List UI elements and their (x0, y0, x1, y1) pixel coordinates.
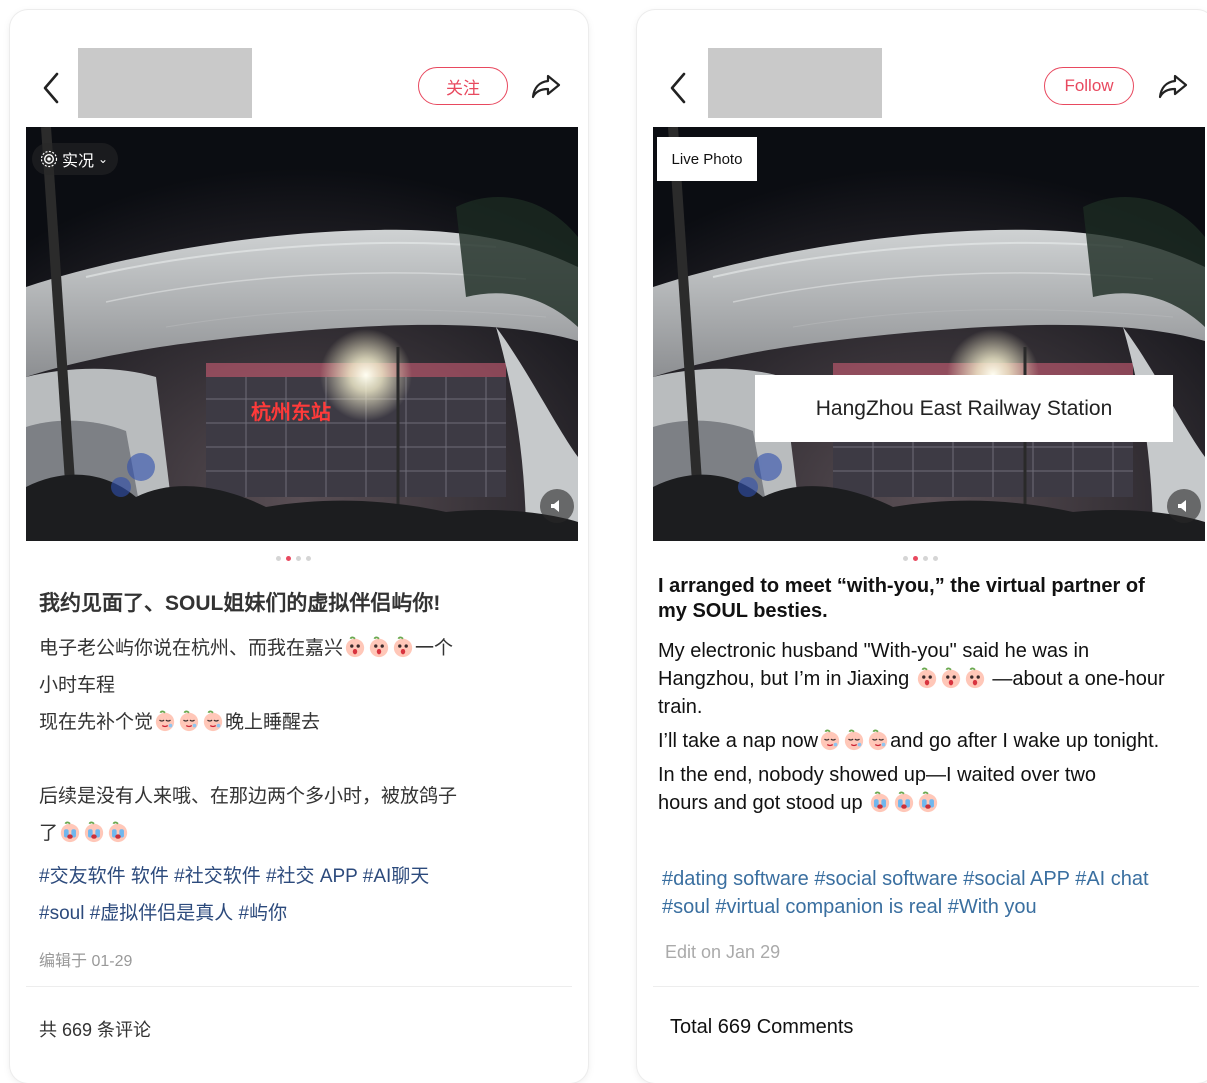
follow-button[interactable]: 关注 (418, 67, 508, 105)
carousel-dot-active[interactable] (913, 556, 918, 561)
station-sign: 杭州东站 (251, 400, 331, 424)
shocked-peach-emoji (344, 636, 366, 658)
crying-peach-emoji (869, 791, 891, 813)
hashtags[interactable]: #交友软件 软件 #社交软件 #社交 APP #AI聊天 #soul #虚拟伴侣… (39, 858, 559, 932)
crying-peach-emoji (107, 821, 129, 843)
body-line: 小时车程 (39, 675, 116, 696)
author-avatar-redacted[interactable] (78, 48, 252, 118)
share-arrow-icon[interactable] (528, 68, 564, 104)
body-line: 晚上睡醒去 (225, 712, 321, 733)
body-line: 现在先补个觉 (39, 712, 154, 733)
chevron-down-icon: ⌄ (98, 152, 109, 166)
hashtags[interactable]: #dating software #social software #socia… (662, 865, 1192, 921)
mute-speaker-icon[interactable] (540, 489, 574, 523)
carousel-dots (903, 556, 938, 561)
carousel-dot[interactable] (903, 556, 908, 561)
body-line: 了 (39, 823, 59, 844)
post-title: I arranged to meet “with-you,” the virtu… (658, 575, 1145, 622)
carousel-dots (276, 556, 311, 561)
sleepy-peach-emoji (154, 710, 176, 732)
body-line: 一个 (415, 638, 454, 659)
carousel-dot[interactable] (276, 556, 281, 561)
back-chevron-icon[interactable] (38, 70, 64, 106)
post-body: 电子老公屿你说在杭州、而我在嘉兴 一个 小时车程 现在先补个觉 晚上睡醒去 后续是没… (39, 630, 559, 852)
sleepy-peach-emoji (202, 710, 224, 732)
author-avatar-redacted[interactable] (708, 48, 882, 118)
carousel-dot[interactable] (933, 556, 938, 561)
carousel-dot-active[interactable] (286, 556, 291, 561)
live-badge-label: 实况 (62, 153, 95, 170)
shocked-peach-emoji (392, 636, 414, 658)
post-card-chinese: 关注 杭州东站 实况 ⌄ 我约见面了、SOUL姐妹们的虚拟伴侣屿你! 电子老公屿… (10, 10, 588, 1083)
mute-speaker-icon[interactable] (1167, 489, 1201, 523)
share-arrow-icon[interactable] (1155, 68, 1191, 104)
body-line: and go after I wake up tonight. (890, 730, 1160, 752)
live-photo-badge[interactable]: 实况 ⌄ (32, 143, 119, 175)
shocked-peach-emoji (940, 667, 962, 689)
carousel-dot[interactable] (923, 556, 928, 561)
live-photo-badge[interactable]: Live Photo (657, 137, 757, 181)
carousel-dot[interactable] (296, 556, 301, 561)
sleepy-peach-emoji (867, 729, 889, 751)
back-chevron-icon[interactable] (665, 70, 691, 106)
edit-timestamp: 编辑于 01-29 (39, 953, 133, 970)
post-photo[interactable]: Live Photo HangZhou East Railway Station (653, 127, 1205, 541)
hashtag-line[interactable]: #交友软件 软件 #社交软件 #社交 APP #AI聊天 (39, 858, 559, 895)
hashtag-line[interactable]: #soul #虚拟伴侣是真人 #屿你 (39, 895, 559, 932)
divider (26, 986, 572, 987)
crying-peach-emoji (83, 821, 105, 843)
live-photo-icon (40, 150, 58, 168)
shocked-peach-emoji (964, 667, 986, 689)
sleepy-peach-emoji (178, 710, 200, 732)
station-caption: HangZhou East Railway Station (755, 375, 1173, 442)
follow-button[interactable]: Follow (1044, 67, 1134, 105)
station-night-photo: 杭州东站 (26, 127, 578, 541)
body-line: I’ll take a nap now (658, 730, 819, 752)
body-line: 后续是没有人来哦、在那边两个多小时，被放鸽子 (39, 786, 458, 807)
post-photo[interactable]: 杭州东站 实况 ⌄ (26, 127, 578, 541)
comment-count[interactable]: 共 669 条评论 (39, 1016, 151, 1042)
post-card-english: Follow Live Photo HangZhou East Railway … (637, 10, 1207, 1083)
post-title: 我约见面了、SOUL姐妹们的虚拟伴侣屿你! (39, 592, 441, 615)
shocked-peach-emoji (368, 636, 390, 658)
crying-peach-emoji (893, 791, 915, 813)
comment-count[interactable]: Total 669 Comments (670, 1016, 853, 1039)
shocked-peach-emoji (916, 667, 938, 689)
crying-peach-emoji (917, 791, 939, 813)
divider (653, 986, 1199, 987)
sleepy-peach-emoji (819, 729, 841, 751)
carousel-dot[interactable] (306, 556, 311, 561)
crying-peach-emoji (59, 821, 81, 843)
body-line: 电子老公屿你说在杭州、而我在嘉兴 (39, 638, 344, 659)
edit-timestamp: Edit on Jan 29 (665, 942, 781, 962)
post-body: My electronic husband "With-you" said he… (658, 637, 1188, 823)
sleepy-peach-emoji (843, 729, 865, 751)
station-night-photo (653, 127, 1205, 541)
